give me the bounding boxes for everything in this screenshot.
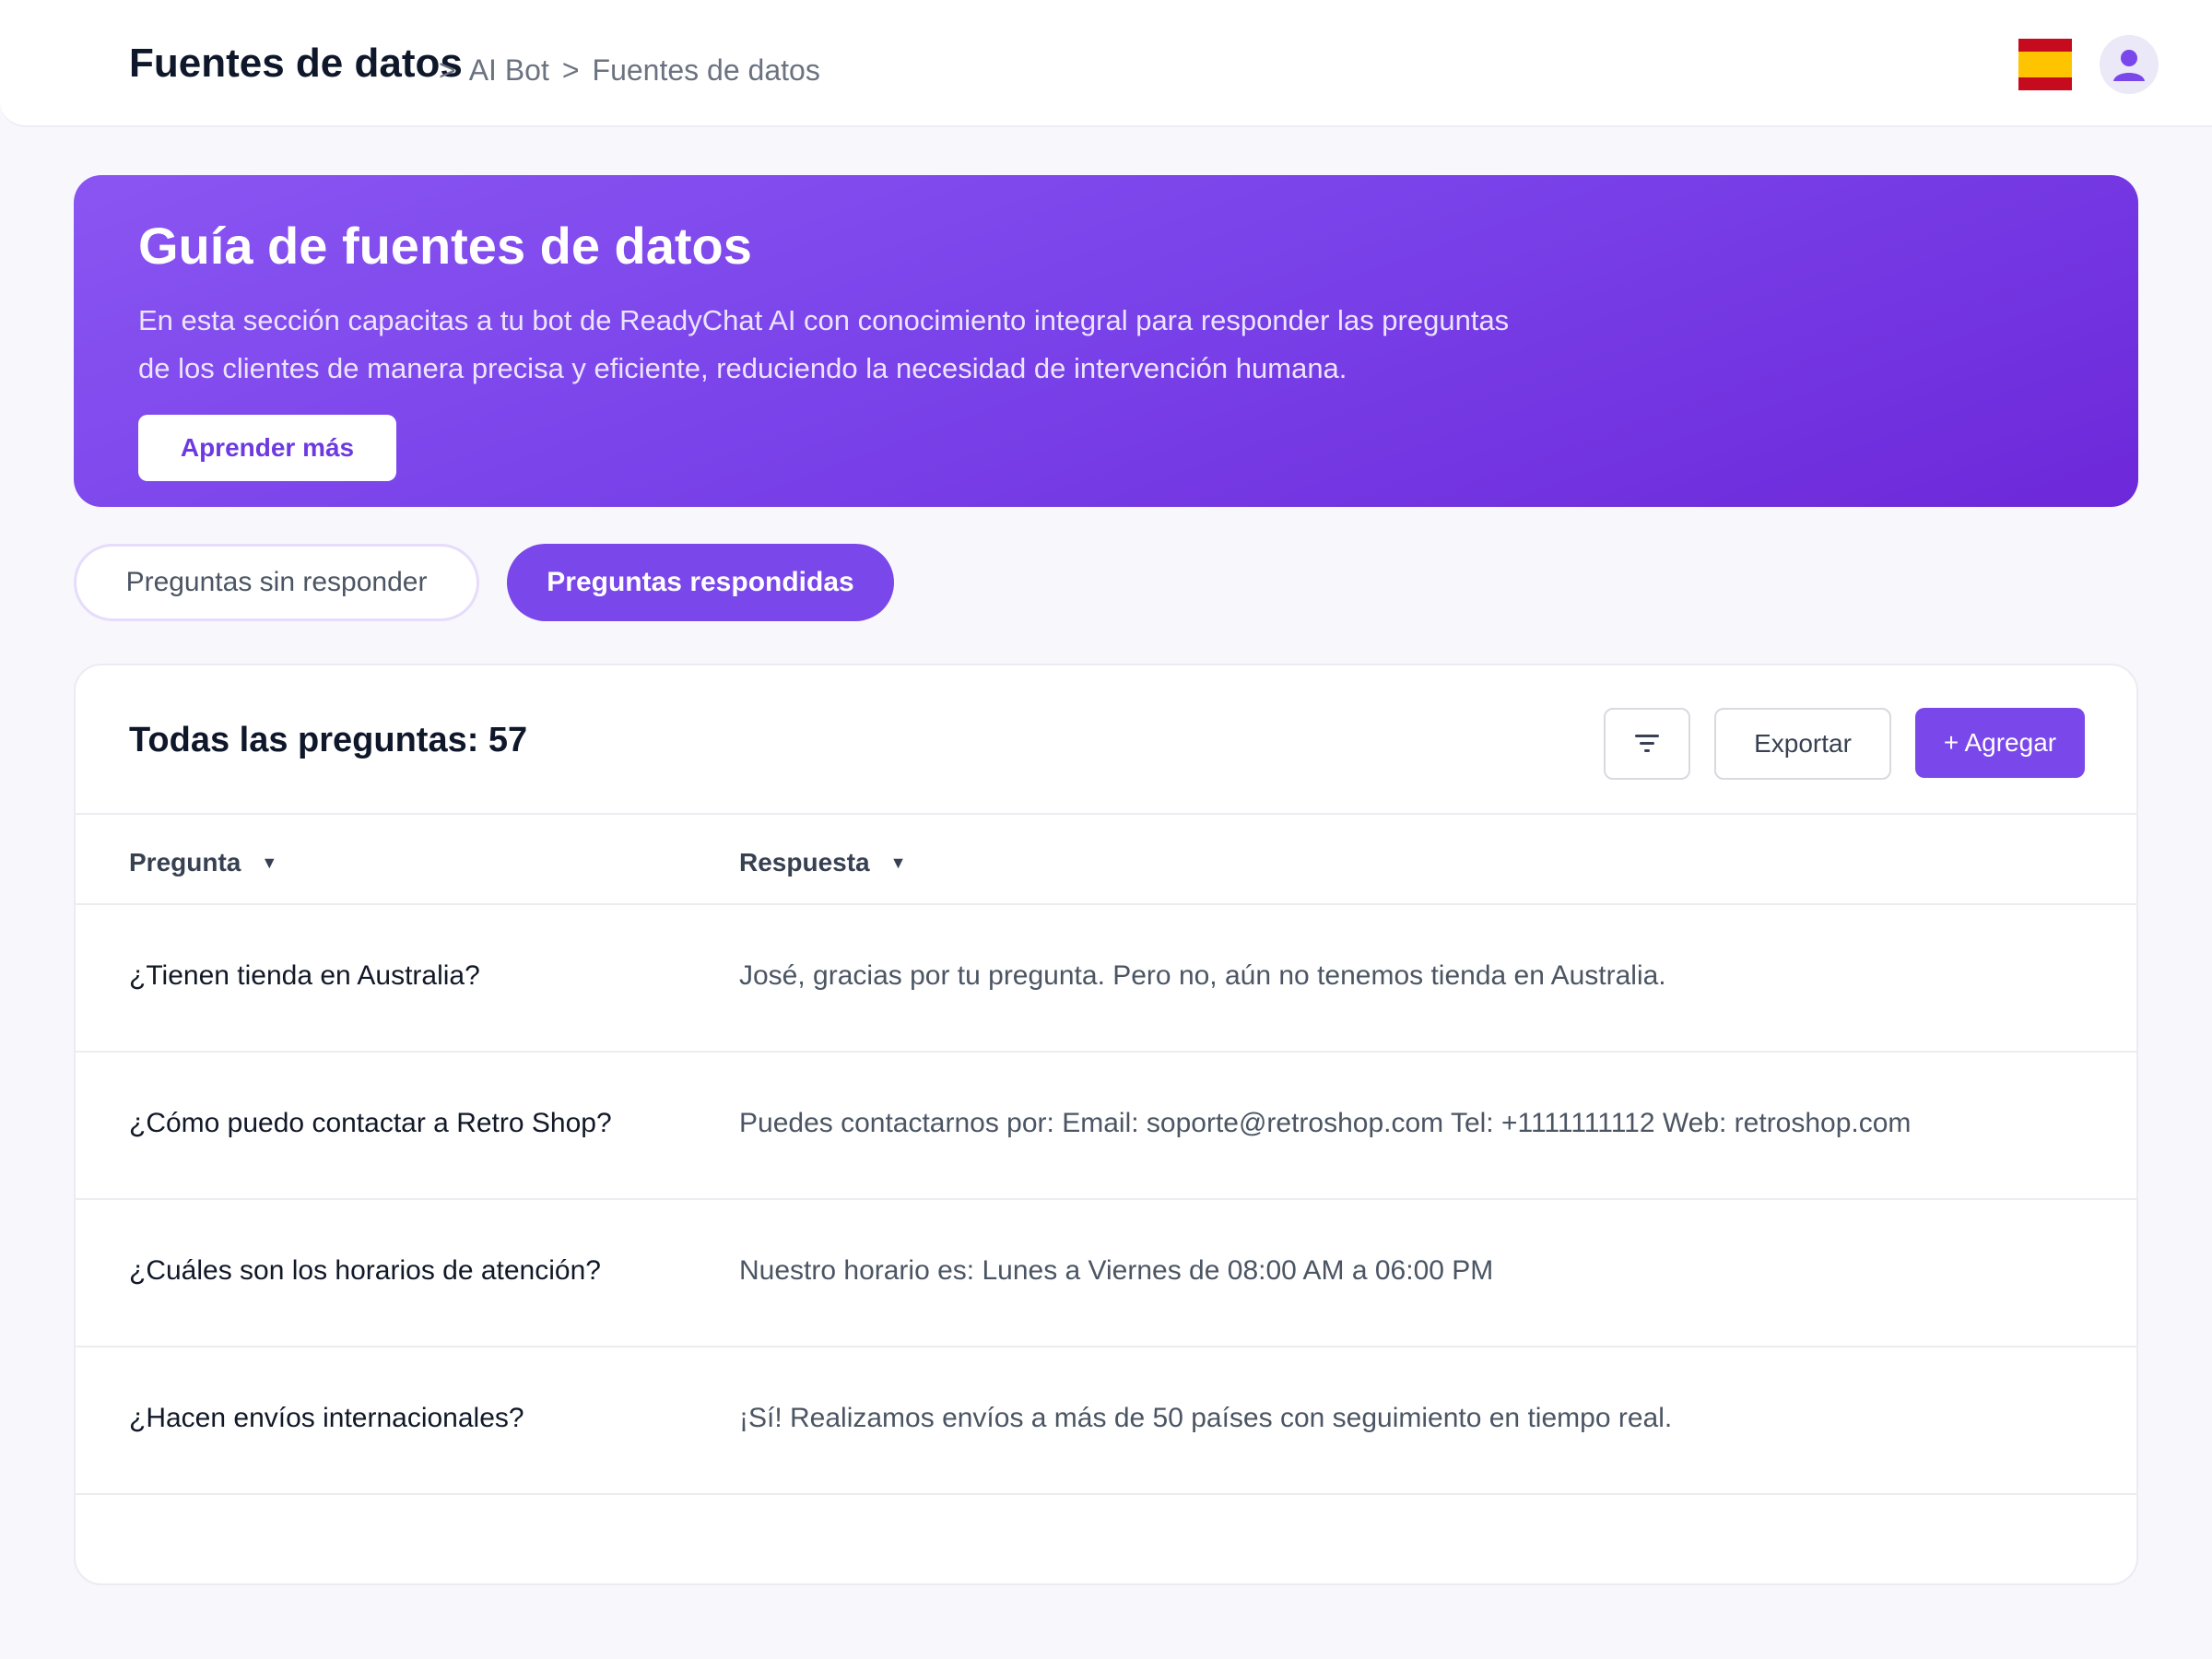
page-title: Fuentes de datos (129, 41, 463, 86)
question-cell: ¿Tienen tienda en Australia? (129, 960, 480, 991)
table-row[interactable]: ¿Cuáles son los horarios de atención? Nu… (76, 1200, 2136, 1347)
questions-count-title: Todas las preguntas: 57 (129, 721, 528, 759)
table-header: Pregunta ▼ Respuesta ▼ (76, 813, 2136, 905)
tab-answered-questions[interactable]: Preguntas respondidas (507, 544, 894, 621)
column-header-question[interactable]: Pregunta ▼ (129, 848, 277, 877)
tab-unanswered-questions[interactable]: Preguntas sin responder (74, 544, 479, 621)
question-cell: ¿Cómo puedo contactar a Retro Shop? (129, 1108, 612, 1138)
answer-cell: ¡Sí! Realizamos envíos a más de 50 paíse… (739, 1403, 1673, 1433)
table-row[interactable]: ¿Cómo puedo contactar a Retro Shop? Pued… (76, 1053, 2136, 1200)
filter-button[interactable] (1604, 708, 1690, 780)
breadcrumb: > AI Bot > Fuentes de datos (439, 53, 820, 88)
answer-cell: Puedes contactarnos por: Email: soporte@… (739, 1108, 1912, 1138)
table-row[interactable]: ¿Tienen tienda en Australia? José, graci… (76, 905, 2136, 1053)
question-cell: ¿Hacen envíos internacionales? (129, 1403, 524, 1433)
banner-title: Guía de fuentes de datos (138, 217, 752, 275)
breadcrumb-separator: > (439, 53, 456, 87)
filter-icon (1635, 735, 1659, 752)
guide-banner: Guía de fuentes de datos En esta sección… (74, 175, 2138, 507)
banner-description: En esta sección capacitas a tu bot de Re… (138, 304, 1510, 384)
sort-down-icon[interactable]: ▼ (261, 853, 277, 873)
table-row[interactable]: ¿Hacen envíos internacionales? ¡Sí! Real… (76, 1347, 2136, 1495)
breadcrumb-separator: > (561, 53, 580, 87)
learn-more-button[interactable]: Aprender más (138, 415, 396, 481)
column-label: Pregunta (129, 848, 241, 877)
top-bar: Fuentes de datos > AI Bot > Fuentes de d… (0, 0, 2212, 127)
spain-flag-icon[interactable] (2018, 39, 2072, 90)
question-cell: ¿Cuáles son los horarios de atención? (129, 1255, 601, 1286)
user-icon (2113, 50, 2145, 81)
add-question-button[interactable]: + Agregar (1915, 708, 2085, 778)
column-label: Respuesta (739, 848, 870, 877)
breadcrumb-current: Fuentes de datos (592, 53, 820, 87)
questions-card: Todas las preguntas: 57 Exportar + Agreg… (74, 664, 2138, 1585)
breadcrumb-ai-bot[interactable]: AI Bot (469, 53, 549, 88)
answer-cell: José, gracias por tu pregunta. Pero no, … (739, 960, 1666, 991)
answer-cell: Nuestro horario es: Lunes a Viernes de 0… (739, 1255, 1494, 1286)
export-button[interactable]: Exportar (1714, 708, 1891, 780)
column-header-answer[interactable]: Respuesta ▼ (739, 848, 906, 877)
user-avatar-icon[interactable] (2100, 35, 2159, 94)
sort-down-icon[interactable]: ▼ (890, 853, 907, 873)
